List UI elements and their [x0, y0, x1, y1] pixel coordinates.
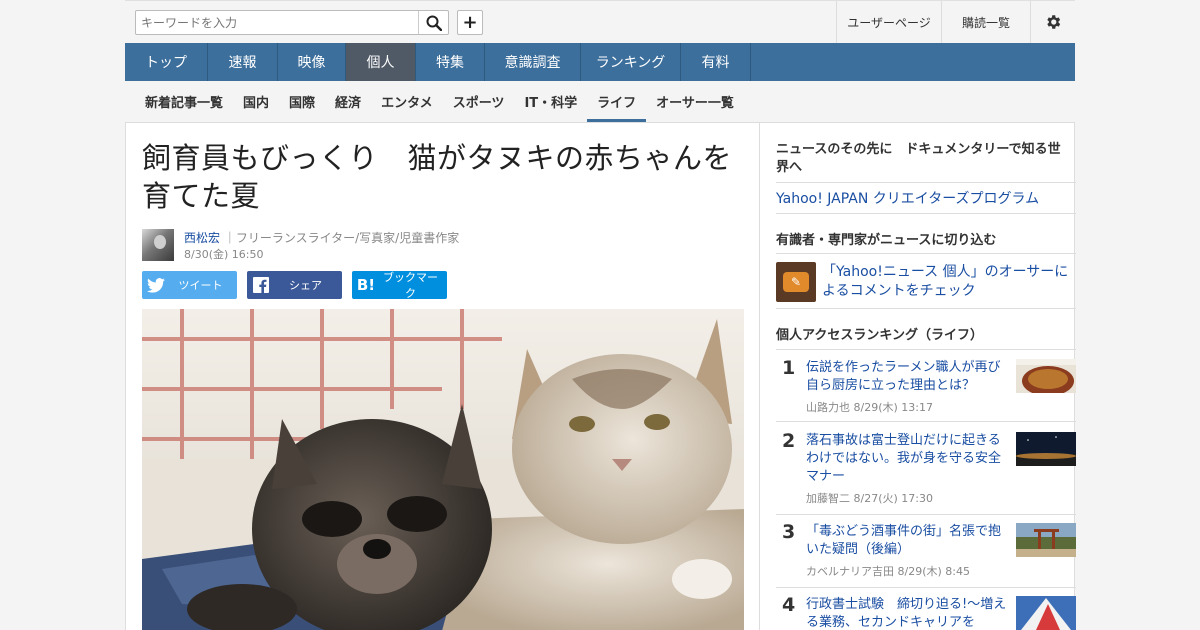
category-latest[interactable]: 新着記事一覧 — [135, 81, 233, 122]
divider — [776, 349, 1076, 350]
category-entertainment[interactable]: エンタメ — [371, 81, 443, 122]
tweet-label: ツイート — [178, 279, 223, 292]
nav-item-top[interactable]: トップ — [125, 43, 208, 81]
nav-item-feature[interactable]: 特集 — [416, 43, 485, 81]
category-economy[interactable]: 経済 — [325, 81, 371, 122]
gear-icon — [1047, 15, 1061, 29]
facebook-share-button[interactable]: シェア — [247, 271, 342, 299]
sidebar: ニュースのその先に ドキュメンタリーで知る世界へ Yahoo! JAPAN クリ… — [776, 123, 1076, 630]
header-links: ユーザーページ 購読一覧 — [836, 1, 1075, 43]
search-input[interactable] — [136, 11, 418, 34]
category-sports[interactable]: スポーツ — [443, 81, 515, 122]
content-area: 飼育員もびっくり 猫がタヌキの赤ちゃんを育てた夏 西松宏 ｜フリーランスライター… — [125, 122, 1076, 630]
article-date: 8/30(金) 16:50 — [184, 248, 264, 261]
article-headline: 飼育員もびっくり 猫がタヌキの赤ちゃんを育てた夏 — [142, 141, 733, 213]
ranking-item-author: カベルナリア吉田 — [806, 565, 894, 578]
ranking-item-title[interactable]: 落石事故は富士登山だけに起きるわけではない。我が身を守る安全マナー — [806, 432, 1011, 486]
divider — [776, 308, 1076, 309]
divider — [776, 514, 1076, 515]
category-it-science[interactable]: IT・科学 — [514, 81, 587, 122]
ranking-item-title[interactable]: 行政書士試験 締切り迫る!～増える業務、セカンドキャリアを — [806, 596, 1011, 630]
ranking-item-author: 山路力也 — [806, 401, 850, 414]
ranking-thumbnail[interactable] — [1016, 523, 1076, 557]
comment-icon[interactable]: ✎ — [776, 262, 816, 302]
hatena-icon: B! — [356, 276, 376, 294]
subscriptions-link[interactable]: 購読一覧 — [941, 1, 1030, 43]
search-button[interactable] — [418, 11, 448, 34]
plus-icon: + — [462, 12, 478, 33]
rank-number: 2 — [782, 430, 796, 452]
nav-item-paid[interactable]: 有料 — [681, 43, 751, 81]
search-box — [135, 10, 449, 35]
divider — [776, 587, 1076, 588]
promo-title: ニュースのその先に ドキュメンタリーで知る世界へ — [776, 142, 1061, 175]
category-domestic[interactable]: 国内 — [233, 81, 279, 122]
ranking-item-meta: カベルナリア吉田 8/29(木) 8:45 — [806, 563, 970, 579]
nav-item-breaking[interactable]: 速報 — [208, 43, 278, 81]
settings-button[interactable] — [1030, 1, 1075, 43]
ranking-item-title[interactable]: 「毒ぶどう酒事件の街」名張で抱いた疑問（後編） — [806, 523, 1011, 559]
ranking-item-meta: 山路力也 8/29(木) 13:17 — [806, 399, 933, 415]
author-line: 西松宏 ｜フリーランスライター/写真家/児童書作家 — [184, 229, 459, 246]
user-page-link[interactable]: ユーザーページ — [836, 1, 941, 43]
nav-item-video[interactable]: 映像 — [278, 43, 346, 81]
nav-item-survey[interactable]: 意識調査 — [485, 43, 581, 81]
ranking-thumbnail[interactable] — [1016, 596, 1076, 630]
author-name[interactable]: 西松宏 — [184, 231, 220, 245]
category-nav: 新着記事一覧 国内 国際 経済 エンタメ スポーツ IT・科学 ライフ オーサー… — [125, 81, 1075, 122]
ranking-item-date: 8/29(木) 13:17 — [853, 401, 933, 414]
divider — [776, 182, 1076, 183]
author-avatar[interactable] — [142, 229, 174, 261]
ranking-item-date: 8/29(木) 8:45 — [897, 565, 970, 578]
divider — [776, 421, 1076, 422]
add-button[interactable]: + — [457, 10, 483, 35]
ranking-title: 個人アクセスランキング（ライフ） — [776, 328, 983, 343]
tweet-button[interactable]: ツイート — [142, 271, 237, 299]
nav-item-ranking[interactable]: ランキング — [581, 43, 681, 81]
expert-comment-link[interactable]: 「Yahoo!ニュース 個人」のオーサーによるコメントをチェック — [822, 263, 1072, 301]
ranking-item-date: 8/27(火) 17:30 — [853, 492, 933, 505]
article-photo[interactable] — [142, 309, 744, 630]
facebook-share-label: シェア — [289, 279, 322, 292]
ranking-thumbnail[interactable] — [1016, 359, 1076, 393]
category-life[interactable]: ライフ — [587, 81, 647, 122]
author-title: ｜フリーランスライター/写真家/児童書作家 — [223, 231, 460, 245]
nav-item-personal[interactable]: 個人 — [346, 43, 416, 81]
ranking-item-meta: 加藤智二 8/27(火) 17:30 — [806, 490, 933, 506]
expert-section-title: 有識者・専門家がニュースに切り込む — [776, 233, 997, 248]
rank-number: 1 — [782, 357, 796, 379]
twitter-icon — [142, 277, 170, 293]
rank-number: 4 — [782, 594, 796, 616]
main-nav: トップ 速報 映像 個人 特集 意識調査 ランキング 有料 — [125, 43, 1075, 81]
ranking-thumbnail[interactable] — [1016, 432, 1076, 466]
hatena-bookmark-label: ブックマーク — [383, 271, 438, 300]
creators-program-link[interactable]: Yahoo! JAPAN クリエイターズプログラム — [776, 188, 1039, 208]
ranking-item-author: 加藤智二 — [806, 492, 850, 505]
search-icon — [426, 15, 442, 31]
top-bar: + ユーザーページ 購読一覧 — [125, 0, 1075, 43]
divider — [776, 253, 1076, 254]
category-authors[interactable]: オーサー一覧 — [646, 81, 744, 122]
rank-number: 3 — [782, 521, 796, 543]
article: 飼育員もびっくり 猫がタヌキの赤ちゃんを育てた夏 西松宏 ｜フリーランスライター… — [126, 123, 760, 630]
facebook-icon — [247, 277, 275, 293]
hatena-bookmark-button[interactable]: B! ブックマーク — [352, 271, 447, 300]
category-world[interactable]: 国際 — [279, 81, 325, 122]
divider — [776, 213, 1076, 214]
ranking-item-title[interactable]: 伝説を作ったラーメン職人が再び自ら厨房に立った理由とは？ — [806, 359, 1011, 395]
